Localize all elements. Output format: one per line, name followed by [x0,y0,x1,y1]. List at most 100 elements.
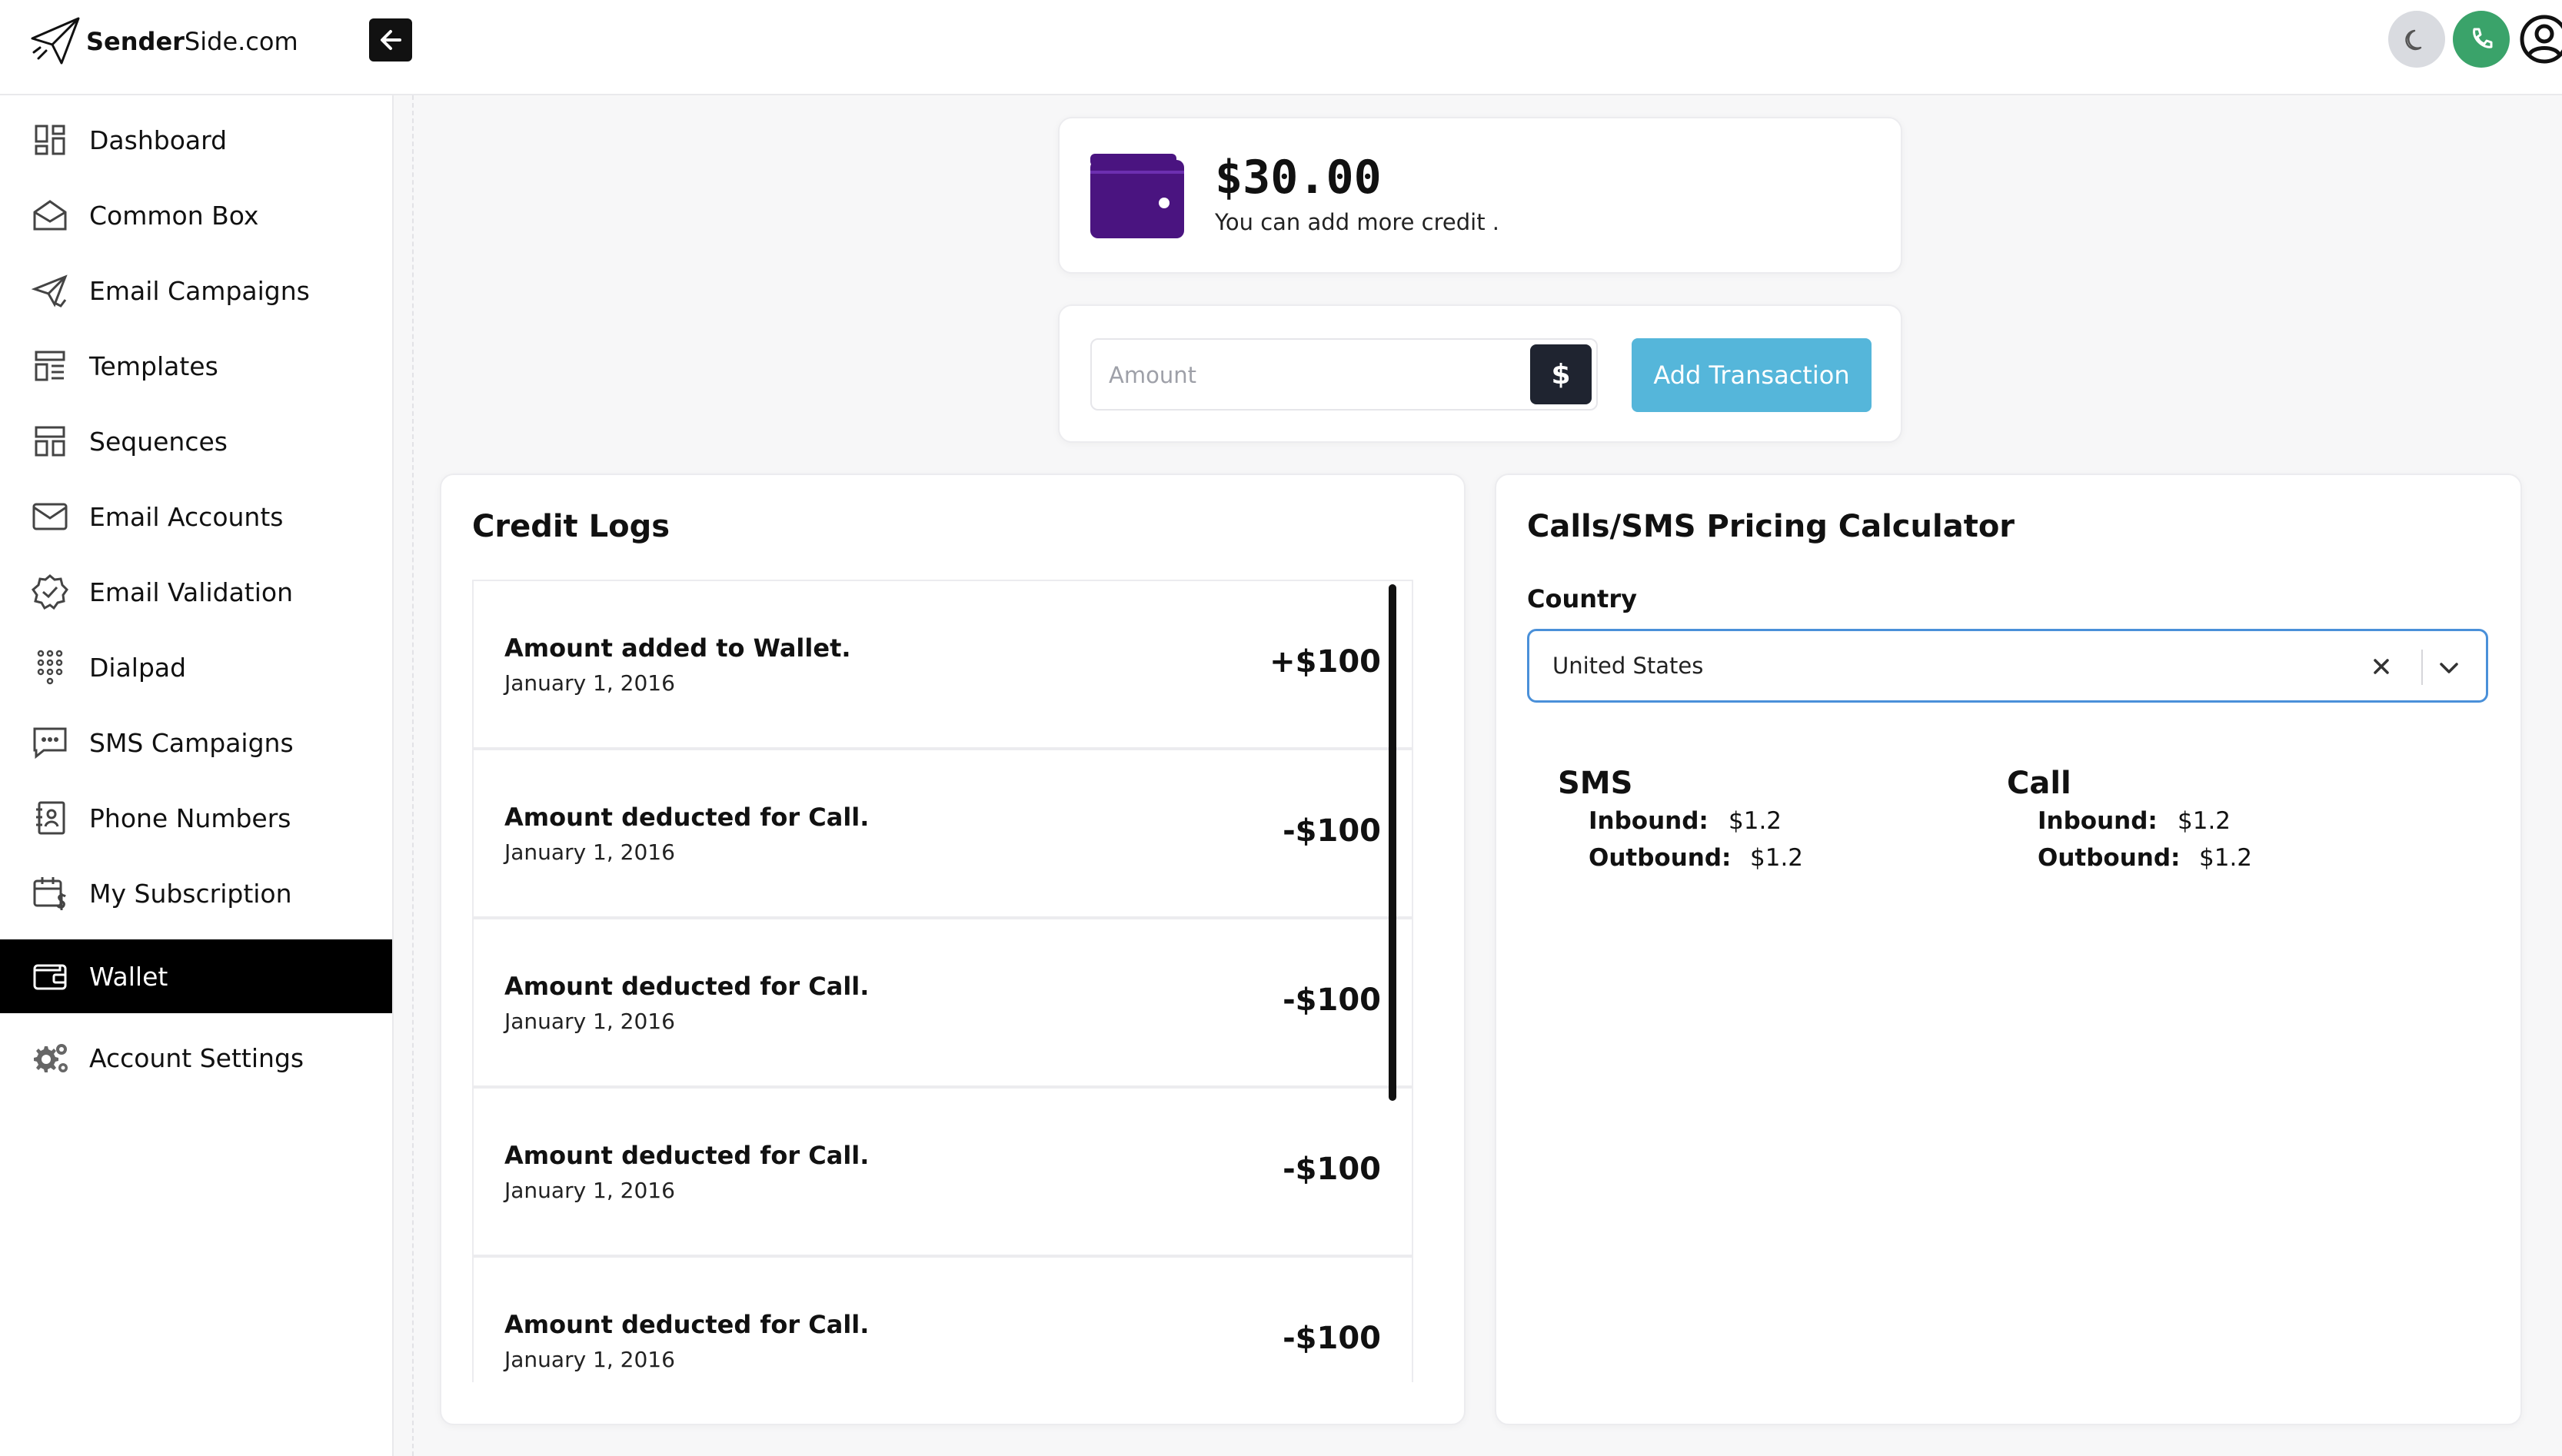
sidebar-item-label: Email Accounts [89,501,284,532]
arrow-left-icon [381,30,401,50]
currency-addon: $ [1530,344,1592,404]
inbox-icon [31,196,69,234]
log-date: January 1, 2016 [504,1347,675,1372]
message-icon [31,723,69,762]
log-title: Amount deducted for Call. [504,1141,870,1170]
verified-badge-icon [31,573,69,611]
country-select-value: United States [1552,653,1704,679]
log-date: January 1, 2016 [504,670,675,696]
sidebar-item-label: Account Settings [89,1042,304,1073]
balance-note: You can add more credit . [1215,209,1500,235]
list-item: Amount deducted for Call. January 1, 201… [472,749,1413,918]
call-outbound-row: Outbound: $1.2 [2038,838,2437,875]
phone-icon [2473,28,2493,48]
log-title: Amount added to Wallet. [504,633,851,663]
brand-name: SenderSide.com [86,27,298,56]
sidebar-item-label: Email Campaigns [89,275,310,306]
sidebar-item-label: Sequences [89,426,228,457]
log-amount: -$100 [1283,1152,1381,1187]
clear-selection-button[interactable] [2361,647,2401,686]
sms-inbound-label: Inbound: [1589,807,1709,835]
list-item: Amount added to Wallet. January 1, 2016 … [472,580,1413,749]
credit-logs-scrollbar[interactable] [1389,584,1396,1101]
call-inbound-label: Inbound: [2038,807,2158,835]
dropdown-toggle[interactable] [2429,648,2469,688]
moon-icon [2405,29,2422,51]
sms-inbound-row: Inbound: $1.2 [1589,801,1988,838]
dialpad-icon [31,648,69,686]
sidebar-item-sequences[interactable]: Sequences [0,404,392,478]
sidebar-item-label: Wallet [89,961,168,992]
sms-outbound-row: Outbound: $1.2 [1589,838,1988,875]
sidebar-item-phone-numbers[interactable]: Phone Numbers [0,781,392,855]
envelope-icon [31,497,69,536]
log-amount: -$100 [1283,813,1381,849]
sidebar-item-dashboard[interactable]: Dashboard [0,103,392,177]
sidebar-item-email-validation[interactable]: Email Validation [0,555,392,629]
brand-logo[interactable]: SenderSide.com [28,14,298,69]
call-pricing: Call Inbound: $1.2 Outbound: $1.2 [2007,766,2437,875]
sidebar-item-my-subscription[interactable]: My Subscription [0,856,392,930]
sidebar-item-dialpad[interactable]: Dialpad [0,630,392,704]
calculator-title: Calls/SMS Pricing Calculator [1527,509,2015,544]
country-label: Country [1527,584,1637,613]
sms-heading: SMS [1558,766,1633,801]
list-item: Amount deducted for Call. January 1, 201… [472,918,1413,1087]
log-amount: -$100 [1283,1321,1381,1356]
wallet-icon [31,957,69,996]
call-button[interactable] [2453,11,2510,68]
sidebar-item-label: Dialpad [89,652,187,683]
log-title: Amount deducted for Call. [504,1310,870,1339]
log-amount: -$100 [1283,982,1381,1018]
contacts-icon [31,799,69,837]
sidebar-item-templates[interactable]: Templates [0,329,392,403]
amount-input[interactable] [1109,354,1539,397]
sms-pricing: SMS Inbound: $1.2 Outbound: $1.2 [1558,766,1988,875]
call-inbound-row: Inbound: $1.2 [2038,801,2437,838]
paper-plane-icon [31,17,80,65]
sidebar-item-email-accounts[interactable]: Email Accounts [0,480,392,553]
log-date: January 1, 2016 [504,839,675,865]
sidebar: Dashboard Common Box Email Campaigns Tem… [0,95,394,1456]
sidebar-item-label: Templates [89,351,218,381]
list-item: Amount deducted for Call. January 1, 201… [472,1256,1413,1382]
credit-logs-list: Amount added to Wallet. January 1, 2016 … [472,580,1421,1382]
log-title: Amount deducted for Call. [504,972,870,1001]
user-circle-icon [2520,15,2562,64]
log-date: January 1, 2016 [504,1009,675,1034]
wallet-icon [1090,154,1184,238]
sidebar-item-email-campaigns[interactable]: Email Campaigns [0,254,392,327]
sidebar-item-label: Phone Numbers [89,803,291,833]
sidebar-item-wallet[interactable]: Wallet [0,939,392,1013]
wallet-balance: $30.00 [1215,151,1382,204]
call-outbound-value: $1.2 [2199,844,2253,872]
sidebar-item-label: My Subscription [89,878,292,909]
sms-inbound-value: $1.2 [1729,807,1782,835]
user-profile-button[interactable] [2516,11,2562,68]
wallet-balance-card: $30.00 You can add more credit . [1058,117,1902,274]
top-actions [2362,11,2562,68]
dashboard-icon [31,121,69,159]
sidebar-item-label: Common Box [89,200,259,231]
list-item: Amount deducted for Call. January 1, 201… [472,1087,1413,1256]
add-transaction-button[interactable]: Add Transaction [1632,338,1872,412]
sidebar-item-common-box[interactable]: Common Box [0,178,392,252]
templates-icon [31,347,69,385]
close-icon [2374,659,2389,674]
sidebar-item-account-settings[interactable]: Account Settings [0,1021,392,1095]
credit-logs-title: Credit Logs [472,509,670,544]
log-amount: +$100 [1269,644,1381,680]
country-select[interactable]: United States [1527,629,2488,703]
sequences-icon [31,422,69,460]
credit-logs-card: Credit Logs Amount added to Wallet. Janu… [440,474,1466,1425]
pricing-calculator-card: Calls/SMS Pricing Calculator Country Uni… [1495,474,2522,1425]
top-bar: SenderSide.com [0,0,2562,95]
sidebar-item-label: Email Validation [89,577,293,607]
collapse-sidebar-button[interactable] [369,18,412,61]
select-separator [2421,650,2423,685]
sidebar-item-sms-campaigns[interactable]: SMS Campaigns [0,706,392,780]
chevron-down-icon [2440,663,2458,673]
theme-toggle-button[interactable] [2388,11,2445,68]
add-transaction-card: $ Add Transaction [1058,304,1902,443]
send-icon [31,271,69,310]
